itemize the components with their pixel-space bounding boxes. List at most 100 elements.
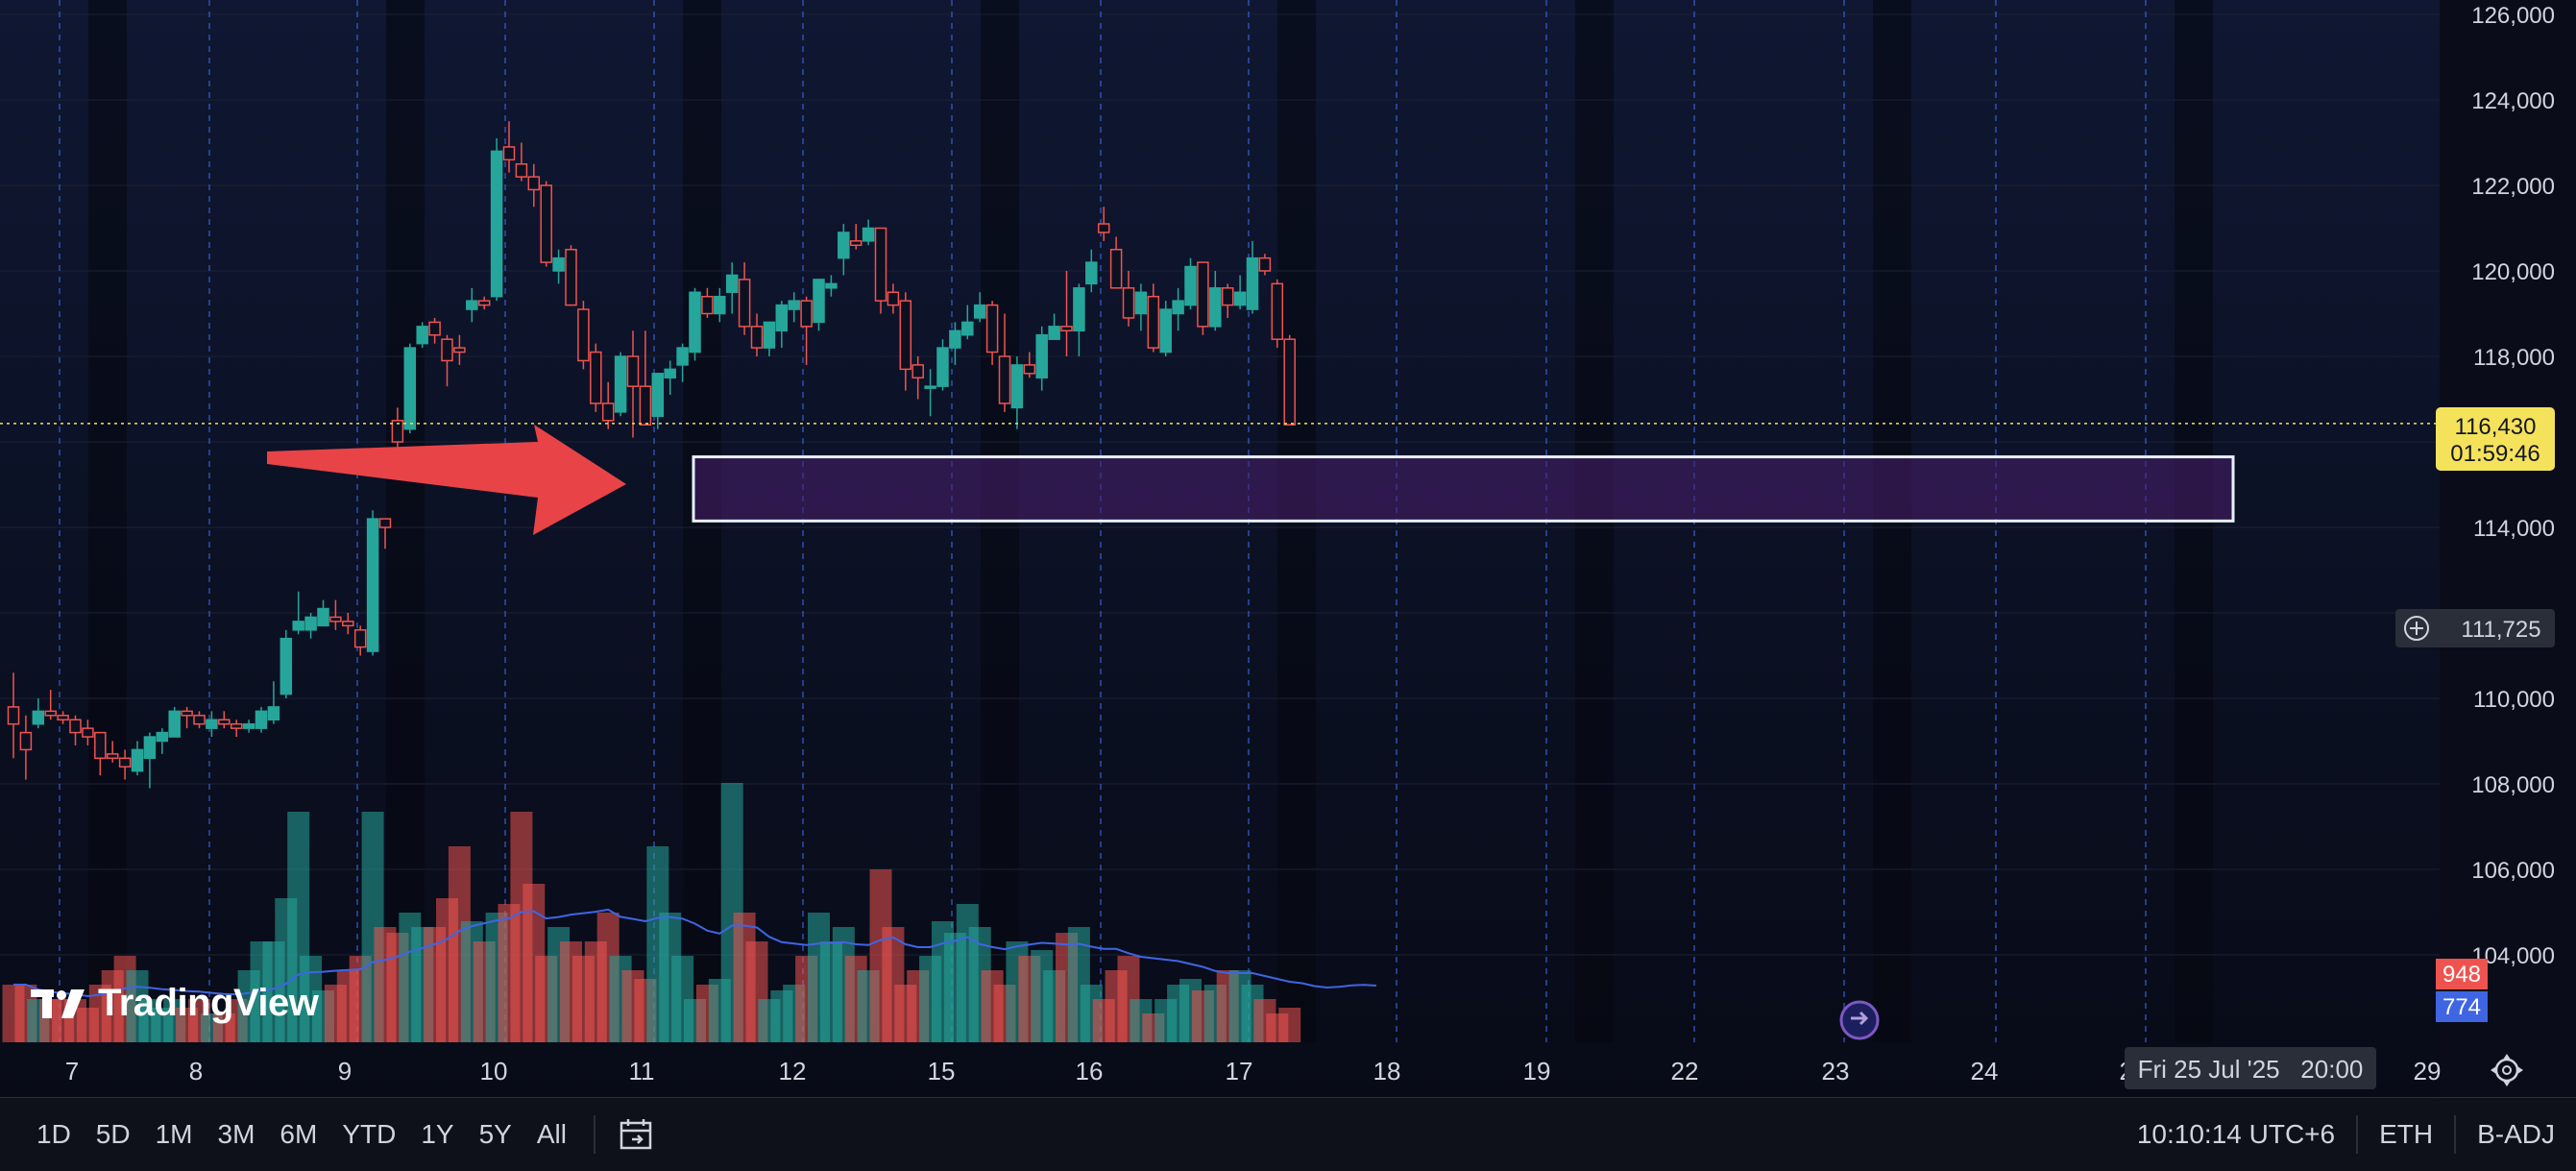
candle-body-down — [1221, 287, 1234, 306]
time-crosshair-text: Fri 25 Jul '25 20:00 — [2138, 1055, 2364, 1084]
x-axis-tick-label: 15 — [928, 1057, 956, 1086]
candle-body-up — [267, 706, 280, 721]
candle-body-down — [1271, 282, 1284, 340]
candle-body-up — [416, 326, 428, 345]
bottom-toolbar: 1D 5D 1M 3M 6M YTD 1Y 5Y All 10:10:14 UT… — [0, 1097, 2576, 1171]
candle — [1271, 279, 1284, 349]
volume-value-text: 948 — [2442, 962, 2481, 988]
x-axis-tick-label: 23 — [1822, 1057, 1850, 1086]
candle-body-up — [292, 621, 304, 631]
candle — [540, 181, 552, 267]
timeframe-ytd[interactable]: YTD — [342, 1119, 396, 1150]
volume-bar — [1278, 1008, 1301, 1042]
toolbar-divider — [593, 1115, 595, 1154]
clock-timezone[interactable]: 10:10:14 UTC+6 — [2116, 1119, 2356, 1150]
candle-body-up — [924, 385, 936, 389]
x-axis-tick-label: 19 — [1523, 1057, 1551, 1086]
support-zone-rectangle[interactable] — [692, 455, 2235, 523]
timeframe-all[interactable]: All — [537, 1119, 567, 1150]
candle-body-up — [255, 710, 268, 729]
settings-gear-icon[interactable] — [2491, 1054, 2523, 1086]
session-shade — [88, 0, 127, 1042]
date-range-calendar-icon[interactable] — [619, 1117, 657, 1152]
y-axis-tick-label: 110,000 — [2473, 687, 2555, 713]
candle-body-up — [862, 227, 875, 242]
timeframe-1d[interactable]: 1D — [36, 1119, 71, 1150]
candle-body-down — [19, 731, 33, 751]
candle-body-up — [317, 607, 329, 627]
candle — [577, 301, 590, 370]
x-axis-tick-label: 24 — [1971, 1057, 1999, 1086]
candle-body-up — [651, 373, 665, 418]
countdown-text: 01:59:46 — [2450, 441, 2540, 467]
x-axis-tick-label: 10 — [480, 1057, 508, 1086]
status-area: 10:10:14 UTC+6 ETH B-ADJ — [2116, 1098, 2576, 1171]
candle-body-up — [304, 616, 317, 631]
session-shade — [386, 0, 425, 1042]
candle-body-down — [750, 326, 764, 349]
tradingview-logo-icon — [31, 989, 85, 1018]
candle-body-down — [106, 753, 119, 760]
candle-body-up — [552, 256, 565, 272]
timeframe-5y[interactable]: 5Y — [479, 1119, 512, 1150]
candle-body-down — [1258, 256, 1272, 272]
candle-body-up — [725, 274, 739, 294]
candle — [279, 629, 293, 698]
candle-body-down — [193, 715, 206, 725]
crosshair-price-label[interactable]: 111,725 — [2395, 609, 2555, 647]
candle-body-up — [949, 329, 961, 349]
scroll-to-realtime-icon[interactable] — [1839, 1000, 1880, 1040]
candle-body-up — [1233, 291, 1247, 306]
adjustment-toggle[interactable]: B-ADJ — [2456, 1119, 2576, 1150]
candle-body-up — [206, 719, 218, 729]
candle-body-up — [714, 295, 726, 315]
x-axis-tick-label: 7 — [65, 1057, 79, 1086]
y-axis-tick-label: 124,000 — [2471, 88, 2555, 114]
candle-body-down — [453, 347, 466, 354]
timeframe-3m[interactable]: 3M — [218, 1119, 255, 1150]
tradingview-watermark: TradingView — [31, 976, 319, 1030]
session-toggle[interactable]: ETH — [2358, 1119, 2454, 1150]
candle-body-up — [775, 304, 789, 332]
candle — [1197, 261, 1209, 335]
crosshair-price-text: 111,725 — [2461, 617, 2540, 643]
candle-body-down — [540, 184, 552, 263]
candle-body-down — [69, 719, 82, 734]
candle — [366, 510, 379, 656]
timeframe-5d[interactable]: 5D — [96, 1119, 131, 1150]
candle-body-down — [502, 146, 516, 161]
volume-ma-value-label: 774 — [2436, 991, 2488, 1022]
candle — [490, 138, 503, 302]
candle-body-down — [378, 518, 392, 528]
candle-body-down — [911, 364, 924, 378]
candle-body-up — [1035, 334, 1048, 378]
candle — [689, 287, 701, 361]
candle-body-up — [1246, 256, 1259, 310]
watermark-text: TradingView — [98, 981, 319, 1024]
candle-body-up — [1209, 287, 1222, 328]
candle-body-up — [1048, 326, 1060, 340]
current-price-label: 116,430 01:59:46 — [2436, 407, 2555, 471]
x-axis-tick-label: 9 — [338, 1057, 352, 1086]
candle — [1283, 334, 1296, 426]
candlestick-chart[interactable]: 126,000 124,000 122,000 120,000 118,000 114,0… — [0, 0, 2576, 1097]
candle-body-down — [1283, 338, 1296, 426]
timeframe-6m[interactable]: 6M — [279, 1119, 317, 1150]
candle-body-up — [763, 321, 776, 349]
candle-body-up — [838, 232, 850, 259]
timeframe-1m[interactable]: 1M — [156, 1119, 193, 1150]
candle-body-down — [441, 338, 453, 362]
candle-body-up — [156, 731, 169, 743]
candle-body-down — [565, 249, 577, 306]
timeframe-1y[interactable]: 1Y — [421, 1119, 453, 1150]
candle-body-up — [168, 710, 181, 738]
candle-body-up — [936, 347, 949, 387]
candle-body-up — [131, 748, 144, 772]
candle-body-up — [973, 304, 986, 319]
candle-body-up — [403, 347, 417, 430]
candle-body-up — [689, 291, 701, 354]
x-axis-tick-label: 8 — [189, 1057, 203, 1086]
x-axis-tick-label: 29 — [2414, 1057, 2442, 1086]
x-axis-tick-label: 12 — [779, 1057, 807, 1086]
y-axis-tick-label: 108,000 — [2471, 772, 2555, 798]
